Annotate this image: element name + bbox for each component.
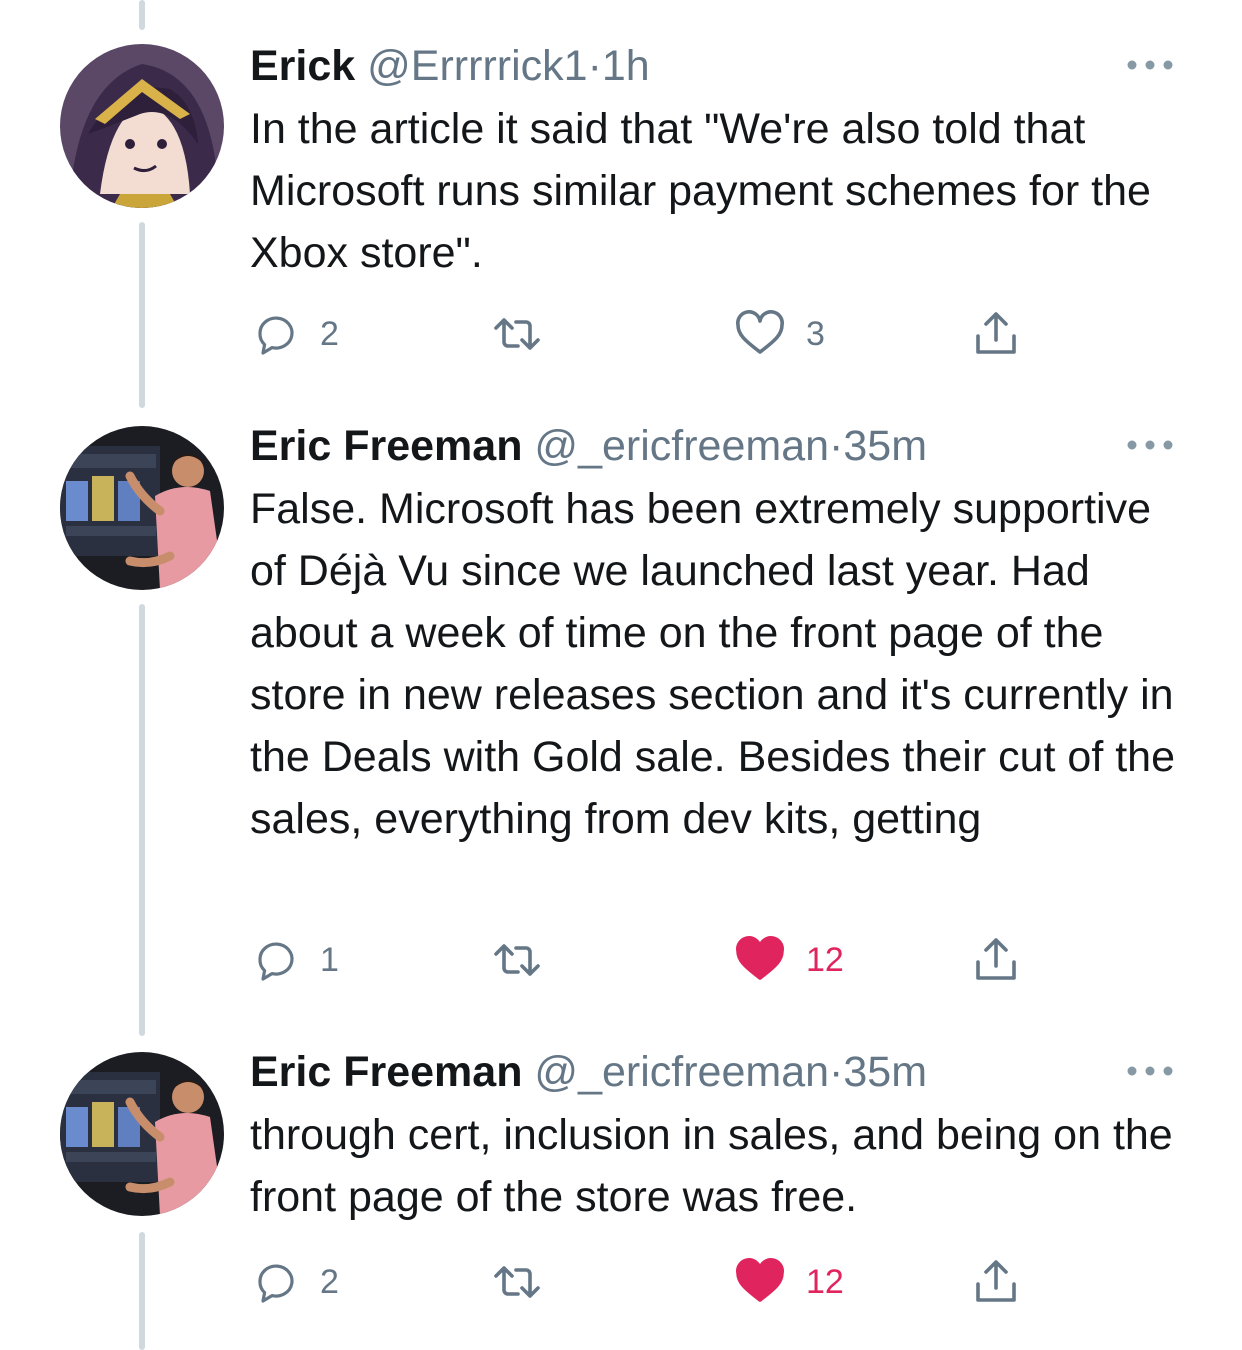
display-name[interactable]: Erick (250, 42, 355, 90)
anime-character-avatar-icon (60, 44, 224, 208)
avatar[interactable] (60, 44, 224, 208)
more-options-button[interactable] (1124, 50, 1176, 80)
like-count: 3 (806, 314, 825, 353)
tweet-header: Erick @Errrrrick1·1h (250, 40, 650, 92)
more-dots-icon (1127, 440, 1173, 450)
retweet-icon (494, 318, 540, 350)
user-handle[interactable]: @Errrrrick1 (367, 42, 587, 90)
retweet-button[interactable] (490, 1252, 544, 1312)
more-dots-icon (1127, 1066, 1173, 1076)
tweet-text: through cert, inclusion in sales, and be… (250, 1111, 1173, 1221)
reply-button[interactable]: 2 (252, 304, 339, 364)
like-button[interactable]: 12 (734, 1252, 844, 1312)
heart-filled-icon (736, 1258, 784, 1302)
tweet[interactable]: Erick @Errrrrick1·1h In the article it s… (0, 40, 1242, 380)
share-button[interactable] (970, 304, 1022, 364)
tweet[interactable]: Eric Freeman @_ericfreeman·35m False. Mi… (0, 420, 1242, 1020)
reply-icon (258, 1264, 294, 1303)
tweet-actions: 2 12 (250, 1252, 1050, 1312)
reply-icon (258, 942, 294, 981)
tweet-header: Eric Freeman @_ericfreeman·35m (250, 1046, 927, 1098)
like-button[interactable]: 12 (734, 930, 844, 990)
heart-filled-icon (736, 936, 784, 980)
separator: · (829, 422, 844, 470)
tweet-actions: 2 3 (250, 304, 1050, 364)
tweet-text: False. Microsoft has been extremely supp… (250, 485, 1175, 843)
tweet-text: In the article it said that "We're also … (250, 105, 1151, 277)
retweet-button[interactable] (490, 304, 544, 364)
heart-icon (736, 310, 784, 354)
retweet-button[interactable] (490, 930, 544, 990)
display-name[interactable]: Eric Freeman (250, 1048, 522, 1096)
user-handle[interactable]: @_ericfreeman (534, 1048, 829, 1096)
reply-count: 2 (320, 314, 339, 353)
photo-avatar-icon (60, 426, 224, 590)
retweet-icon (494, 1266, 540, 1298)
reply-button[interactable]: 2 (252, 1252, 339, 1312)
share-button[interactable] (970, 930, 1022, 990)
tweet-header: Eric Freeman @_ericfreeman·35m (250, 420, 927, 472)
separator: · (829, 1048, 844, 1096)
timestamp[interactable]: 35m (843, 1048, 927, 1096)
tweet-actions: 1 12 (250, 930, 1050, 990)
timestamp[interactable]: 1h (602, 42, 650, 90)
reply-icon (258, 316, 294, 355)
retweet-icon (494, 944, 540, 976)
share-icon (976, 938, 1016, 980)
display-name[interactable]: Eric Freeman (250, 422, 522, 470)
photo-avatar-icon (60, 1052, 224, 1216)
share-icon (976, 1260, 1016, 1302)
timestamp[interactable]: 35m (843, 422, 927, 470)
share-icon (976, 312, 1016, 354)
more-options-button[interactable] (1124, 1056, 1176, 1086)
more-dots-icon (1127, 60, 1173, 70)
reply-count: 1 (320, 940, 339, 979)
thread-line-top (139, 0, 145, 30)
share-button[interactable] (970, 1252, 1022, 1312)
user-handle[interactable]: @_ericfreeman (534, 422, 829, 470)
like-button[interactable]: 3 (734, 304, 825, 364)
reply-button[interactable]: 1 (252, 930, 339, 990)
like-count: 12 (806, 940, 844, 979)
separator: · (587, 42, 602, 90)
reply-count: 2 (320, 1262, 339, 1301)
more-options-button[interactable] (1124, 430, 1176, 460)
avatar[interactable] (60, 426, 224, 590)
avatar[interactable] (60, 1052, 224, 1216)
tweet[interactable]: Eric Freeman @_ericfreeman·35m through c… (0, 1046, 1242, 1346)
like-count: 12 (806, 1262, 844, 1301)
